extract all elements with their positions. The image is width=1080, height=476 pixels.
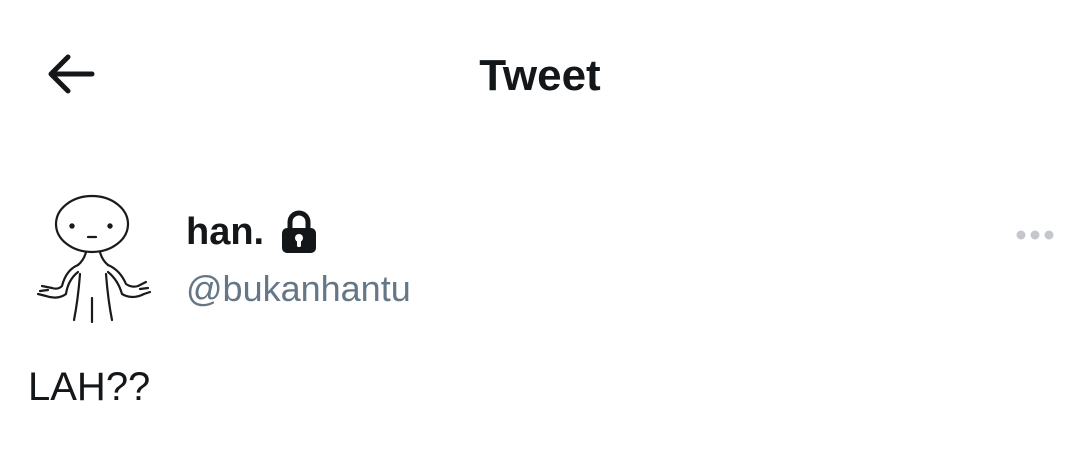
- arrow-left-icon: [48, 54, 95, 94]
- back-button[interactable]: [38, 48, 102, 100]
- top-bar: Tweet: [0, 0, 1080, 150]
- tweet-detail-screen: Tweet han. @bukanhantu LAH??: [0, 0, 1080, 476]
- shrugging-figure-avatar: [28, 190, 160, 326]
- more-options-button[interactable]: [1010, 220, 1060, 250]
- lock-icon: [282, 210, 317, 253]
- author-name-row[interactable]: han.: [186, 208, 318, 256]
- more-dots-icon: [1016, 230, 1054, 240]
- author-handle[interactable]: @bukanhantu: [186, 266, 411, 312]
- avatar[interactable]: [28, 190, 160, 326]
- author-display-name: han.: [186, 211, 265, 253]
- tweet-text: LAH??: [28, 365, 151, 409]
- page-title: Tweet: [479, 51, 601, 100]
